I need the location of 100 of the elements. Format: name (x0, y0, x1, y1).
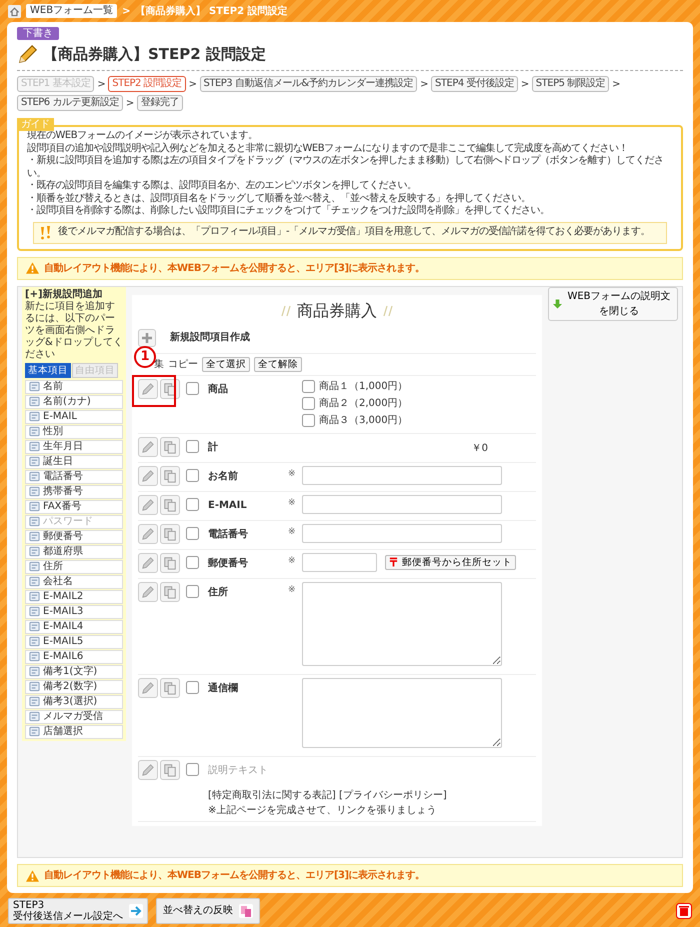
part-item[interactable]: E-MAIL (25, 410, 123, 424)
part-item[interactable]: E-MAIL3 (25, 604, 123, 618)
part-item[interactable]: 店舗選択 (25, 724, 123, 738)
copy-button[interactable] (160, 436, 180, 456)
part-item[interactable]: 備考1(文字) (25, 664, 123, 678)
home-icon[interactable] (8, 4, 21, 18)
document-icon (29, 621, 40, 632)
row-checkbox[interactable] (186, 526, 199, 540)
document-icon (29, 606, 40, 617)
document-icon (29, 591, 40, 602)
select-button[interactable]: 全て選択 (202, 356, 250, 372)
pencil-icon (141, 498, 155, 512)
step-tab[interactable]: STEP4 受付後設定 (431, 76, 518, 92)
part-item[interactable]: 会社名 (25, 574, 123, 588)
copy-icon (163, 680, 177, 694)
part-item[interactable]: 生年月日 (25, 440, 123, 454)
edit-button[interactable] (138, 760, 158, 780)
document-icon (29, 561, 40, 572)
guide-text: ・新規に設問項目を追加する際は左の項目タイプをドラッグ（マウスの左ボタンを押したまま移動）して右側へドロップ（ボタンを離す）してください。 (27, 155, 664, 180)
part-item[interactable]: E-MAIL5 (25, 634, 123, 648)
text-input-field[interactable] (302, 494, 502, 514)
edit-button[interactable] (138, 494, 158, 514)
part-item[interactable]: FAX番号 (25, 500, 123, 514)
copy-button[interactable] (160, 466, 180, 486)
trash-button[interactable] (676, 902, 692, 918)
copy-button[interactable] (160, 582, 180, 602)
breadcrumb-link[interactable]: WEBフォーム一覧 (26, 4, 118, 18)
row-checkbox[interactable] (186, 498, 199, 510)
document-icon (29, 666, 40, 677)
part-item[interactable]: 都道府県 (25, 544, 123, 558)
copy-button[interactable] (160, 678, 180, 698)
edit-button[interactable] (138, 524, 158, 544)
toggle-description-button[interactable]: WEBフォームの説明文を閉じる (548, 286, 678, 320)
step-separator: > (420, 78, 428, 92)
edit-button[interactable] (138, 378, 158, 398)
part-item[interactable]: 携帯番号 (25, 484, 123, 498)
row-checkbox[interactable] (186, 584, 199, 598)
part-item[interactable]: 電話番号 (25, 470, 123, 484)
part-item[interactable]: E-MAIL2 (25, 590, 123, 604)
footer-button[interactable]: 並べ替えの反映 (156, 898, 260, 924)
part-item[interactable]: 誕生日 (25, 454, 123, 468)
footer-button[interactable]: STEP3 受付後送信メール設定へ (8, 898, 148, 924)
part-item[interactable]: 性別 (25, 424, 123, 438)
copy-button[interactable] (160, 378, 180, 398)
part-label: 郵便番号 (43, 530, 83, 542)
part-item[interactable]: 備考2(数字) (25, 680, 123, 694)
row-checkbox[interactable] (186, 680, 199, 694)
part-item[interactable]: 名前(カナ) (25, 394, 123, 408)
arrow-right-icon (129, 904, 143, 918)
document-icon (29, 456, 40, 467)
text-input-field[interactable] (302, 466, 502, 484)
annotation-number: 1 (134, 346, 156, 368)
step-tab[interactable]: STEP5 制限設定 (532, 76, 610, 92)
part-item[interactable]: 名前 (25, 380, 123, 394)
row-checkbox[interactable] (186, 440, 199, 452)
edit-button[interactable] (138, 436, 158, 456)
guide-text: ・既存の設問項目を編集する際は、設問項目名か、左のエンピツボタンを押してください。 (27, 180, 418, 192)
step-tab[interactable]: STEP6 カルテ更新設定 (17, 95, 123, 111)
step-tab[interactable]: 登録完了 (136, 95, 183, 111)
exclamation-icon (40, 226, 52, 240)
row-checkbox[interactable] (186, 382, 199, 394)
part-item[interactable]: E-MAIL4 (25, 620, 123, 634)
option-checkbox[interactable] (302, 414, 315, 426)
warning-icon (26, 870, 39, 882)
textarea-field[interactable] (302, 582, 502, 666)
document-icon (29, 486, 40, 497)
copy-button[interactable] (160, 760, 180, 780)
edit-button[interactable] (138, 582, 158, 602)
copy-button[interactable] (160, 552, 180, 572)
part-item[interactable]: メルマガ受信 (25, 710, 123, 724)
textarea-field[interactable] (302, 678, 502, 748)
edit-button[interactable] (138, 552, 158, 572)
document-icon (29, 411, 40, 422)
option-checkbox[interactable] (302, 380, 315, 392)
document-icon (29, 726, 40, 737)
row-checkbox[interactable] (186, 468, 199, 482)
field-label: 説明テキスト (208, 764, 269, 778)
part-item[interactable]: 備考3(選択) (25, 694, 123, 708)
row-checkbox[interactable] (186, 556, 199, 568)
zip-input-field[interactable] (302, 552, 377, 572)
row-checkbox[interactable] (186, 762, 199, 776)
add-item-button[interactable] (138, 328, 156, 346)
edit-button[interactable] (138, 678, 158, 698)
part-label: E-MAIL3 (43, 606, 84, 618)
document-icon (29, 681, 40, 692)
sidebar-tab[interactable]: 基本項目 (25, 362, 71, 378)
option-checkbox[interactable] (302, 396, 315, 410)
step-tab[interactable]: STEP3 自動返信メール&予約カレンダー連携設定 (200, 76, 418, 92)
copy-button[interactable] (160, 524, 180, 544)
text-input-field[interactable] (302, 524, 502, 542)
step-tab[interactable]: STEP2 設問設定 (108, 76, 186, 92)
pencil-icon (141, 440, 155, 454)
edit-button[interactable] (138, 466, 158, 486)
copy-button[interactable] (160, 494, 180, 514)
part-item[interactable]: E-MAIL6 (25, 650, 123, 664)
part-item[interactable]: 郵便番号 (25, 530, 123, 544)
part-item[interactable]: 住所 (25, 560, 123, 574)
select-button[interactable]: 全て解除 (254, 356, 302, 372)
required-mark: ※ (288, 526, 296, 536)
zip-lookup-button[interactable]: 郵便番号から住所セット (385, 554, 516, 570)
